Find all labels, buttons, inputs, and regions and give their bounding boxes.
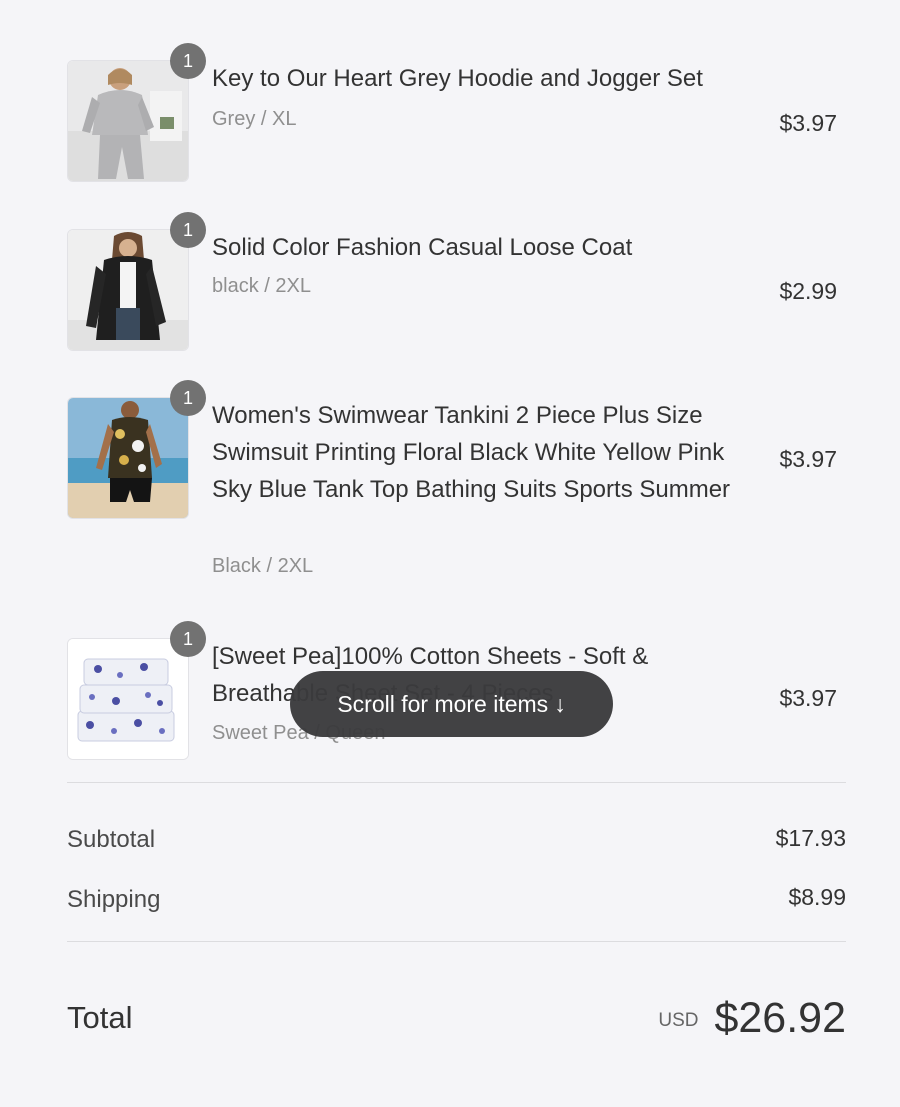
item-variant: black / 2XL bbox=[212, 275, 311, 297]
quantity-badge: 1 bbox=[170, 212, 206, 248]
item-price: $3.97 bbox=[779, 110, 837, 136]
total-amount: $26.92 bbox=[714, 994, 846, 1042]
item-price: $3.97 bbox=[779, 446, 837, 472]
shipping-value: $8.99 bbox=[788, 884, 846, 910]
quantity-badge: 1 bbox=[170, 380, 206, 416]
product-thumbnail: 1 bbox=[67, 212, 206, 351]
product-image bbox=[67, 60, 189, 182]
item-name: Solid Color Fashion Casual Loose Coat bbox=[212, 234, 633, 261]
divider bbox=[67, 782, 846, 783]
arrow-down-icon: ↓ bbox=[554, 691, 566, 717]
item-price: $3.97 bbox=[779, 685, 837, 711]
coat-image bbox=[68, 230, 188, 350]
item-price: $2.99 bbox=[779, 278, 837, 304]
product-thumbnail: 1 bbox=[67, 43, 206, 182]
total-value: USD $26.92 bbox=[658, 994, 846, 1043]
subtotal-label: Subtotal bbox=[67, 826, 156, 853]
product-thumbnail: 1 bbox=[67, 621, 206, 760]
currency-code: USD bbox=[658, 1010, 699, 1031]
scroll-for-more-button[interactable]: Scroll for more items ↓ bbox=[290, 671, 613, 737]
bedsheets-image bbox=[68, 639, 188, 759]
item-name: Women's Swimwear Tankini 2 Piece Plus Si… bbox=[212, 402, 731, 503]
product-image bbox=[67, 229, 189, 351]
scroll-hint-label: Scroll for more items bbox=[337, 691, 549, 717]
item-name: Key to Our Heart Grey Hoodie and Jogger … bbox=[212, 65, 703, 92]
product-thumbnail: 1 bbox=[67, 380, 206, 519]
item-variant: Grey / XL bbox=[212, 108, 297, 130]
shipping-label: Shipping bbox=[67, 886, 161, 913]
subtotal-value: $17.93 bbox=[775, 825, 846, 851]
divider bbox=[67, 941, 846, 942]
product-image bbox=[67, 397, 189, 519]
hoodie-set-image bbox=[68, 61, 188, 181]
item-variant: Black / 2XL bbox=[212, 555, 314, 577]
total-label: Total bbox=[67, 1000, 133, 1035]
quantity-badge: 1 bbox=[170, 43, 206, 79]
quantity-badge: 1 bbox=[170, 621, 206, 657]
product-image bbox=[67, 638, 189, 760]
order-summary: 1 Key to Our Heart Grey Hoodie and Jogge… bbox=[67, 0, 846, 1107]
swimsuit-image bbox=[68, 398, 188, 518]
